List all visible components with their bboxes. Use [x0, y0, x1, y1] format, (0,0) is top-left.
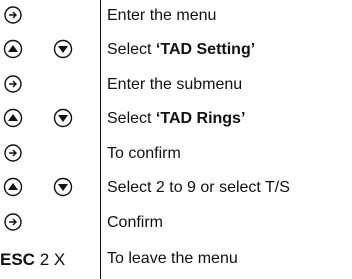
step-text-plain: Select	[107, 110, 156, 127]
ok-icon	[2, 142, 24, 164]
step-text: Enter the submenu	[107, 76, 243, 93]
step-row: Select ‘TAD Setting’	[0, 38, 352, 68]
esc-key-label: ESC	[0, 250, 35, 269]
step-row: Enter the menu	[0, 4, 352, 34]
step-text-plain: Select	[107, 41, 156, 58]
step-text-bold: ‘TAD Rings’	[155, 110, 246, 127]
step-row: To confirm	[0, 142, 352, 172]
step-keys	[0, 38, 98, 68]
step-keys	[0, 176, 98, 206]
ok-icon	[2, 211, 24, 233]
step-row: Enter the submenu	[0, 73, 352, 103]
step-row: Select 2 to 9 or select T/S	[0, 176, 352, 206]
down-icon	[52, 176, 74, 198]
step-keys	[0, 4, 98, 34]
ok-icon	[2, 4, 24, 26]
step-keys	[0, 73, 98, 103]
step-text: Enter the menu	[107, 7, 217, 24]
step-keys: ESC 2 X	[0, 247, 98, 277]
step-text: Select 2 to 9 or select T/S	[107, 179, 290, 196]
step-row: Select ‘TAD Rings’	[0, 107, 352, 137]
step-text: Confirm	[107, 214, 164, 231]
step-keys	[0, 211, 98, 241]
esc-key: ESC 2 X	[0, 250, 65, 270]
step-text-bold: ‘TAD Setting’	[155, 41, 256, 58]
ok-icon	[2, 73, 24, 95]
up-icon	[2, 107, 24, 129]
step-text: Select ‘TAD Rings’	[107, 109, 245, 129]
step-text: To confirm	[107, 145, 181, 162]
step-row: Confirm	[0, 211, 352, 241]
step-text: To leave the menu	[107, 250, 238, 267]
step-keys	[0, 107, 98, 137]
esc-key-count: 2 X	[39, 250, 66, 269]
step-text: Select ‘TAD Setting’	[107, 40, 255, 60]
up-icon	[2, 38, 24, 60]
step-keys	[0, 142, 98, 172]
up-icon	[2, 176, 24, 198]
down-icon	[52, 38, 74, 60]
step-row: ESC 2 X To leave the menu	[0, 247, 352, 277]
down-icon	[52, 107, 74, 129]
